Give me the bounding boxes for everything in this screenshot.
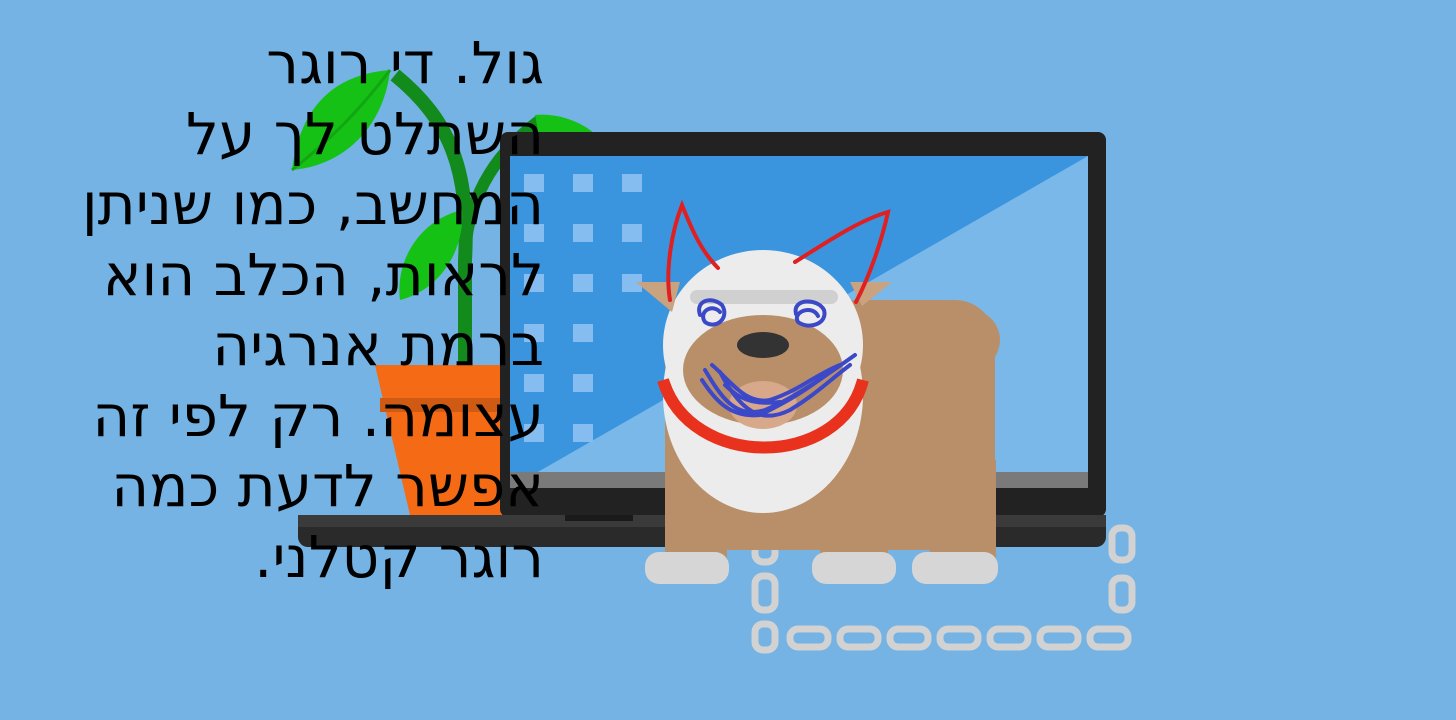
caption-line: לראות, הכלב הוא bbox=[102, 240, 544, 309]
caption-line: השתלט לך על bbox=[186, 99, 544, 168]
dog-illustration bbox=[636, 250, 1000, 584]
caption-line: עצומה. רק לפי זה bbox=[92, 381, 544, 450]
caption-line: רוגר קטלני. bbox=[254, 522, 544, 591]
caption-line: גול. די רוגר bbox=[266, 29, 544, 97]
caption-line: אפשר לדעת כמה bbox=[111, 452, 544, 520]
caption-line: המחשב, כמו שניתן bbox=[81, 170, 544, 238]
caption-line: ברמת אנרגיה bbox=[212, 311, 544, 379]
caption-text: גול. די רוגר השתלט לך על המחשב, כמו שנית… bbox=[24, 28, 544, 592]
